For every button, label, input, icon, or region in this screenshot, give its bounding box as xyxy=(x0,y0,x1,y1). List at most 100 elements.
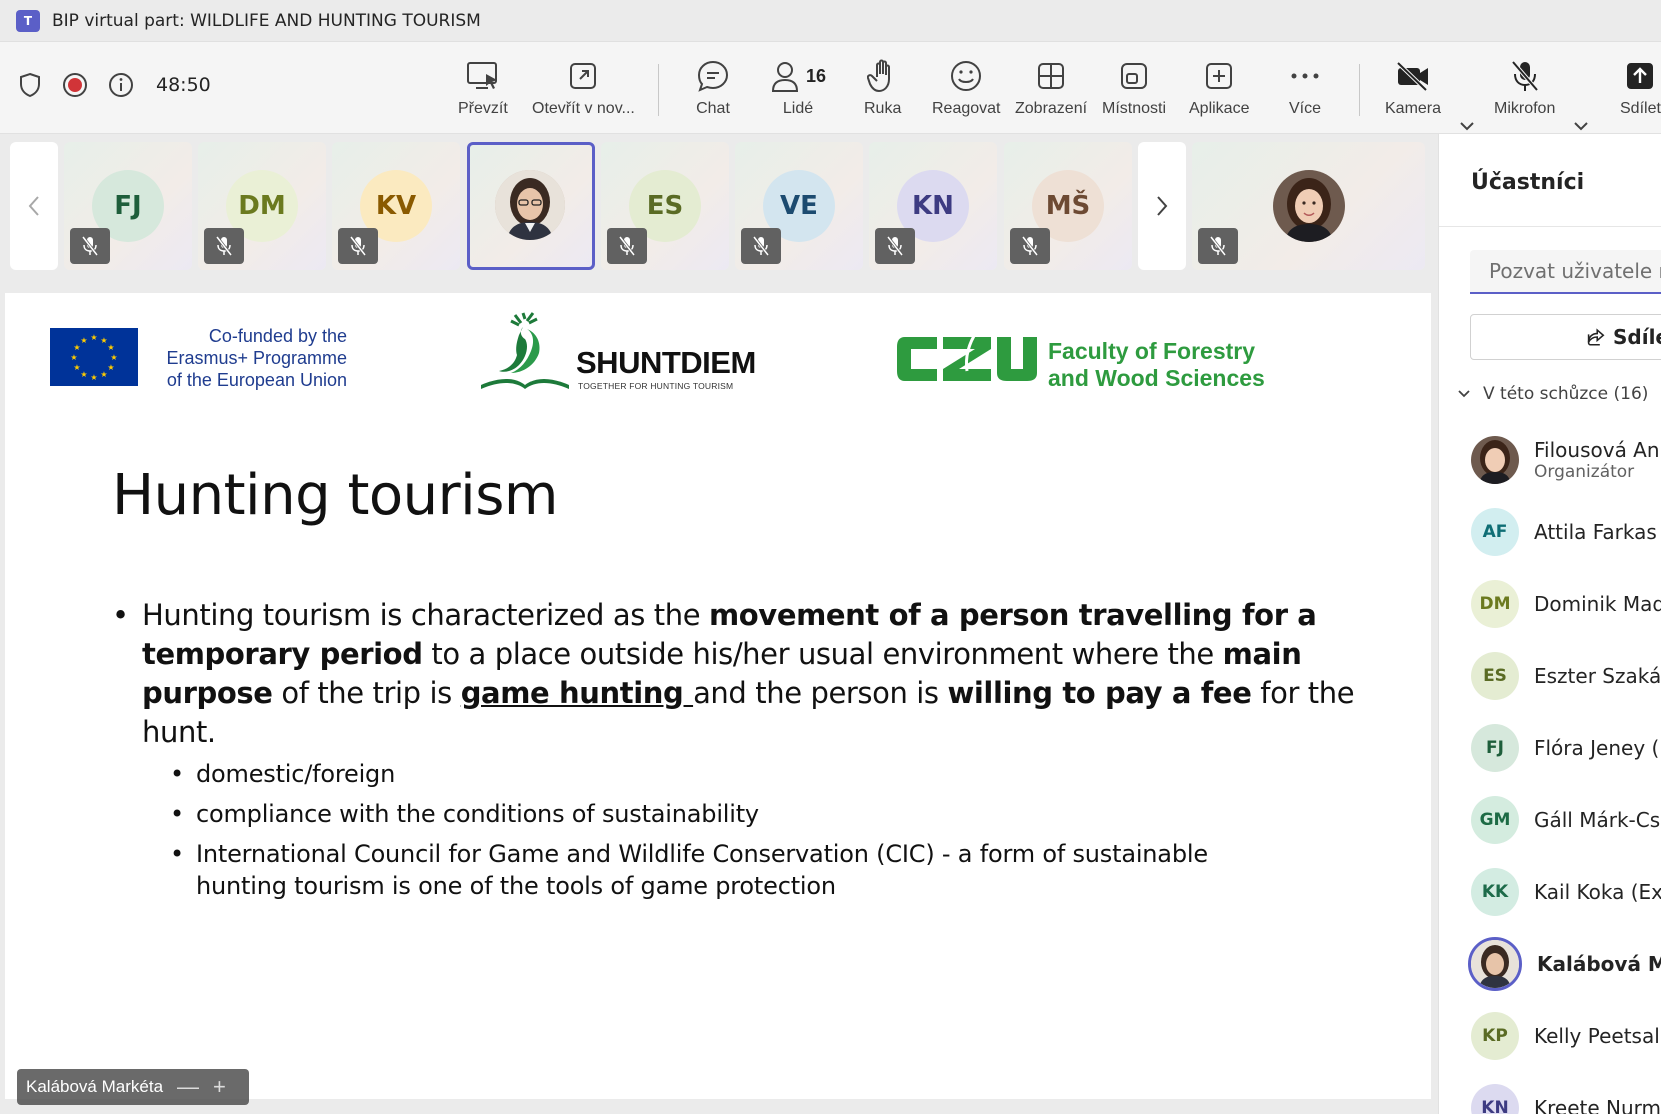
avatar: FJ xyxy=(1471,724,1519,772)
avatar: KK xyxy=(1471,868,1519,916)
main-bullet: Hunting tourism is characterized as the … xyxy=(112,596,1372,752)
view-button[interactable]: Zobrazení xyxy=(1015,56,1087,118)
avatar: KP xyxy=(1471,1012,1519,1060)
info-icon[interactable] xyxy=(108,72,134,98)
recording-icon[interactable] xyxy=(62,72,88,98)
muted-icon xyxy=(70,228,110,264)
sub-bullet: compliance with the conditions of sustai… xyxy=(170,798,1372,830)
mic-off-icon xyxy=(1511,60,1539,92)
video-strip: FJ DM KV ES VE KN MŠ xyxy=(0,134,1435,282)
smiley-icon xyxy=(951,61,982,91)
view-label: Zobrazení xyxy=(1015,100,1088,117)
organizer-tile[interactable] xyxy=(1192,142,1425,270)
participant-tile[interactable]: KN xyxy=(869,142,997,270)
participant-row[interactable]: FJ Flóra Jeney (E xyxy=(1471,718,1661,778)
svg-text:★: ★ xyxy=(70,353,77,362)
chat-button[interactable]: Chat xyxy=(696,56,730,118)
participant-info: Filousová Ann Organizátor xyxy=(1519,438,1661,482)
participant-row[interactable]: KN Kreete Nurme xyxy=(1471,1078,1661,1114)
avatar: DM xyxy=(1471,580,1519,628)
take-control-button[interactable]: Převzít xyxy=(458,56,508,118)
participant-tile[interactable]: ES xyxy=(601,142,729,270)
svg-text:★: ★ xyxy=(73,363,80,372)
czu-logo xyxy=(893,323,1038,397)
faculty-line: Faculty of Forestry xyxy=(1048,338,1256,364)
people-count: 16 xyxy=(806,65,827,86)
share-invite-label: Sdíle xyxy=(1613,325,1661,349)
sub-bullet-list: domestic/foreign compliance with the con… xyxy=(112,758,1372,902)
svg-text:★: ★ xyxy=(110,353,117,362)
slide-title: Hunting tourism xyxy=(112,463,558,528)
organizer-photo xyxy=(1273,170,1345,242)
raise-hand-label: Ruka xyxy=(864,100,902,117)
participant-row[interactable]: Kalábová Ma xyxy=(1468,934,1661,994)
presenter-name: Kalábová Markéta xyxy=(26,1077,164,1096)
mic-label: Mikrofon xyxy=(1494,100,1556,117)
breakout-rooms-button[interactable]: Místnosti xyxy=(1102,56,1166,118)
eu-text-line: Co-funded by the xyxy=(208,326,347,346)
open-new-window-button[interactable]: Otevřít v nov... xyxy=(532,56,635,118)
bullet-underlined-text: game hunting xyxy=(460,676,694,710)
deer-logo-icon xyxy=(481,312,569,389)
participant-tile[interactable]: VE xyxy=(735,142,863,270)
participant-row[interactable]: DM Dominik Mad xyxy=(1471,574,1661,634)
participant-row[interactable]: KP Kelly Peetsalu xyxy=(1471,1006,1661,1066)
strip-prev-button[interactable] xyxy=(10,142,58,270)
zoom-out-icon[interactable]: — xyxy=(177,1074,199,1100)
participant-row[interactable]: GM Gáll Márk-Csa xyxy=(1471,790,1661,850)
camera-off-icon xyxy=(1396,61,1429,91)
grid-icon xyxy=(1038,63,1065,89)
avatar: AF xyxy=(1471,508,1519,556)
meeting-timer: 48:50 xyxy=(156,74,211,96)
chevron-left-icon xyxy=(28,196,39,216)
screen-pointer-icon xyxy=(466,62,497,89)
share-button[interactable]: Sdílet xyxy=(1620,56,1661,118)
chevron-down-icon xyxy=(1458,390,1470,398)
people-button[interactable]: 16 Lidé xyxy=(770,56,826,118)
meeting-toolbar: 48:50 Převzít Otevřít v nov... Chat 16 L… xyxy=(0,42,1661,173)
chat-icon xyxy=(697,60,729,92)
participant-row[interactable]: ES Eszter Szakács xyxy=(1471,646,1661,706)
active-speaker-tile[interactable] xyxy=(467,142,595,270)
chevron-down-icon[interactable] xyxy=(1459,120,1475,132)
eu-text-line: of the European Union xyxy=(166,370,347,390)
share-icon xyxy=(1587,328,1605,346)
participant-name: Filousová Ann xyxy=(1534,438,1661,462)
teams-logo-icon: T xyxy=(16,9,40,32)
participant-name: Gáll Márk-Csa xyxy=(1534,808,1661,832)
raise-hand-button[interactable]: Ruka xyxy=(864,56,901,118)
people-label: Lidé xyxy=(782,100,814,117)
hand-icon xyxy=(866,59,890,92)
shuntdiem-logo-text: SHUNTDIEM xyxy=(576,345,756,380)
open-new-label: Otevřít v nov... xyxy=(532,100,635,117)
muted-icon xyxy=(1010,228,1050,264)
muted-icon xyxy=(875,228,915,264)
in-meeting-section-header[interactable]: V této schůzce (16) xyxy=(1457,384,1648,404)
sub-bullet: International Council for Game and Wildl… xyxy=(170,838,1210,902)
participant-tile[interactable]: FJ xyxy=(64,142,192,270)
participant-tile[interactable]: DM xyxy=(198,142,326,270)
react-button[interactable]: Reagovat xyxy=(932,56,1001,118)
zoom-in-icon[interactable]: + xyxy=(213,1074,226,1100)
pop-out-icon xyxy=(570,63,597,89)
strip-next-button[interactable] xyxy=(1138,142,1186,270)
camera-button[interactable]: Kamera xyxy=(1385,56,1441,118)
invite-input[interactable]: Pozvat uživatele ne xyxy=(1470,250,1661,294)
eu-cofunded-text: Co-funded by the Erasmus+ Programme of t… xyxy=(151,325,347,391)
microphone-button[interactable]: Mikrofon xyxy=(1494,56,1555,118)
chevron-down-icon[interactable] xyxy=(1573,120,1589,132)
speaker-photo xyxy=(495,170,565,240)
participant-tile[interactable]: MŠ xyxy=(1004,142,1132,270)
share-invite-button[interactable]: Sdíle xyxy=(1470,314,1661,360)
participant-name: Attila Farkas (E xyxy=(1534,520,1661,544)
more-label: Více xyxy=(1289,100,1322,117)
more-button[interactable]: Více xyxy=(1289,56,1321,118)
participant-tile[interactable]: KV xyxy=(332,142,460,270)
participant-row[interactable]: AF Attila Farkas (E xyxy=(1471,502,1661,562)
eu-text-line: Erasmus+ Programme xyxy=(166,348,347,368)
svg-text:★: ★ xyxy=(90,333,97,342)
participant-row[interactable]: Filousová Ann Organizátor xyxy=(1471,430,1661,490)
participant-row[interactable]: KK Kail Koka (Exte xyxy=(1471,862,1661,922)
apps-button[interactable]: Aplikace xyxy=(1189,56,1249,118)
shield-icon[interactable] xyxy=(18,72,42,98)
